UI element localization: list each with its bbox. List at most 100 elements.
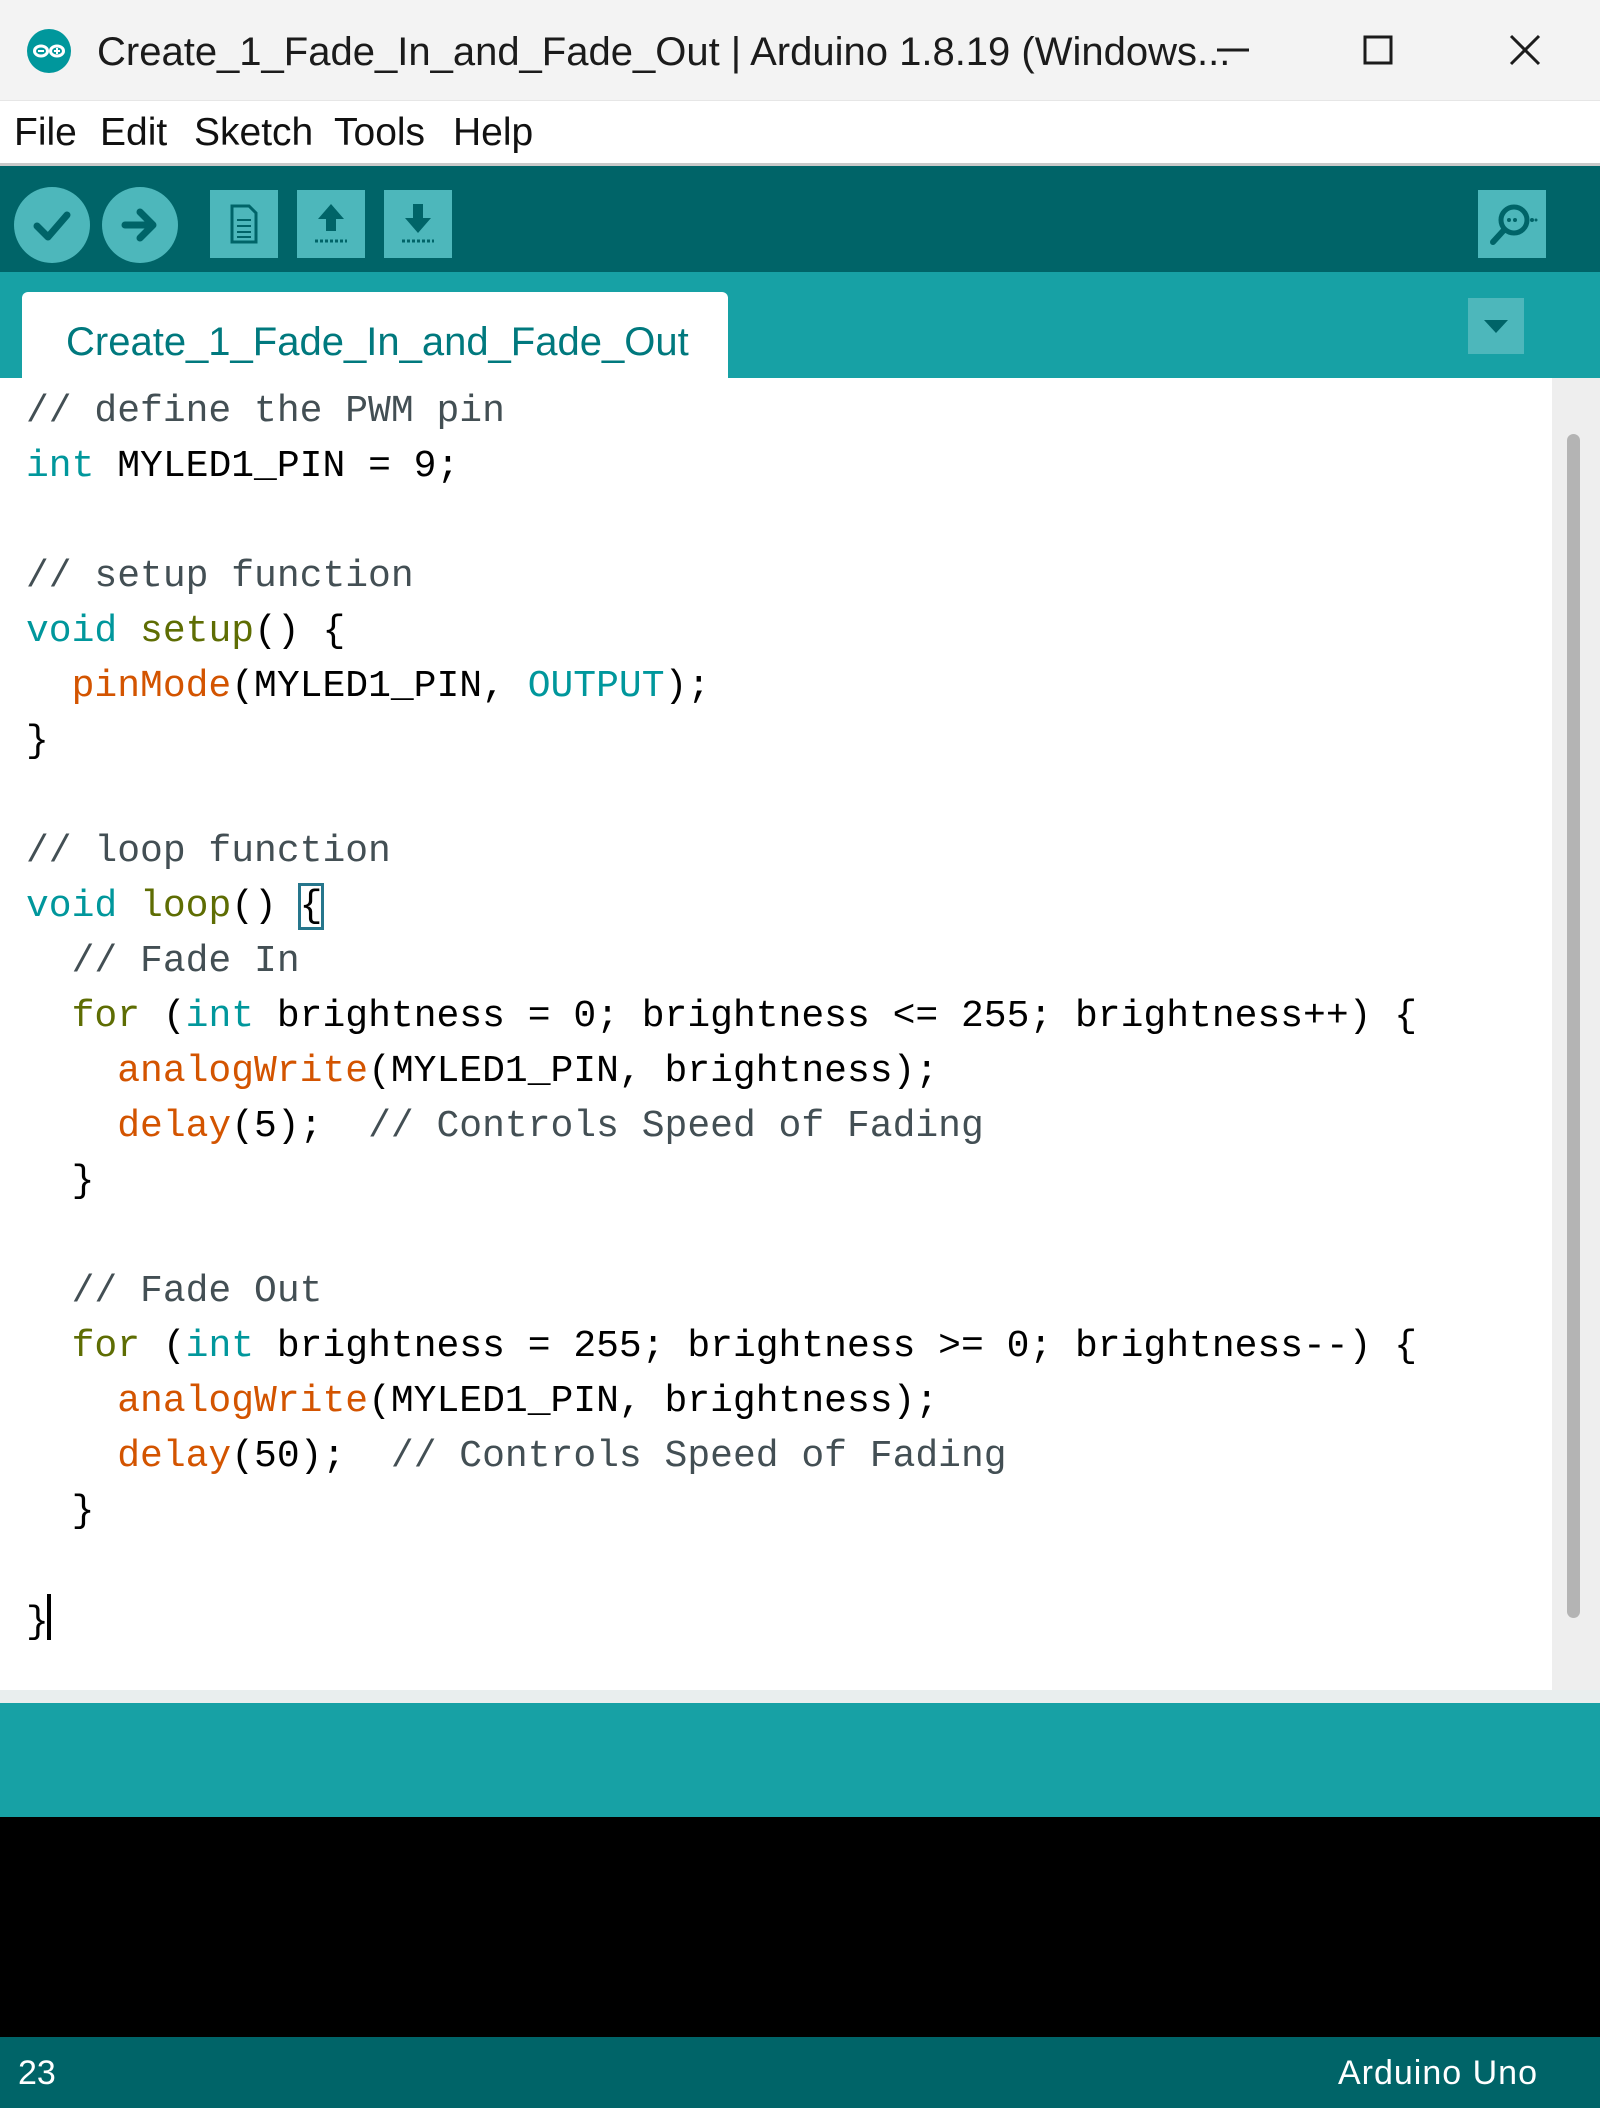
- code-token: (MYLED1_PIN,: [231, 665, 528, 708]
- code-line[interactable]: pinMode(MYLED1_PIN, OUTPUT);: [26, 659, 1417, 714]
- serial-monitor-icon: [1490, 204, 1538, 245]
- serial-monitor-button[interactable]: [1478, 190, 1546, 258]
- code-token: loop: [140, 885, 232, 928]
- code-line[interactable]: [26, 1209, 1417, 1264]
- window-title: Create_1_Fade_In_and_Fade_Out | Arduino …: [97, 30, 1231, 74]
- code-line[interactable]: // Fade In: [26, 934, 1417, 989]
- code-line[interactable]: delay(5); // Controls Speed of Fading: [26, 1099, 1417, 1154]
- code-token: // Fade Out: [71, 1270, 323, 1313]
- save-sketch-button[interactable]: [384, 190, 452, 258]
- code-line[interactable]: // loop function: [26, 824, 1417, 879]
- code-token: );: [664, 665, 711, 708]
- board-name: Arduino Uno: [1337, 2054, 1538, 2092]
- code-token: OUTPUT: [527, 665, 665, 708]
- close-button[interactable]: [1465, 18, 1585, 82]
- code-token: for: [71, 995, 141, 1038]
- save-arrow-down-icon: [402, 204, 434, 243]
- code-line[interactable]: [26, 769, 1417, 824]
- code-line[interactable]: // Fade Out: [26, 1264, 1417, 1319]
- code-line[interactable]: }: [26, 1594, 1417, 1649]
- maximize-button[interactable]: [1318, 18, 1438, 82]
- console-output[interactable]: [0, 1817, 1600, 2037]
- maximize-icon: [1363, 35, 1393, 65]
- code-line[interactable]: // setup function: [26, 549, 1417, 604]
- message-area: [0, 1703, 1600, 1817]
- verify-icon: [33, 211, 71, 241]
- code-line[interactable]: delay(50); // Controls Speed of Fading: [26, 1429, 1417, 1484]
- open-sketch-button[interactable]: [297, 190, 365, 258]
- text-caret: [46, 1594, 51, 1640]
- minimize-icon: [1217, 48, 1249, 52]
- code-token: setup: [140, 610, 255, 653]
- code-line[interactable]: for (int brightness = 255; brightness >=…: [26, 1319, 1417, 1374]
- menu-sketch[interactable]: Sketch: [194, 109, 313, 157]
- menu-file[interactable]: File: [14, 109, 77, 157]
- code-line[interactable]: // define the PWM pin: [26, 384, 1417, 439]
- tab-strip: Create_1_Fade_In_and_Fade_Out: [0, 272, 1600, 378]
- code-token: (: [140, 995, 186, 1038]
- menu-edit[interactable]: Edit: [100, 109, 167, 157]
- verify-button[interactable]: [14, 187, 90, 263]
- code-token: pinMode: [71, 665, 232, 708]
- code-line[interactable]: analogWrite(MYLED1_PIN, brightness);: [26, 1044, 1417, 1099]
- code-token: brightness = 0; brightness <= 255; brigh…: [254, 995, 1418, 1038]
- code-token: MYLED1_PIN = 9;: [94, 445, 460, 488]
- code-token: // setup function: [26, 555, 414, 598]
- code-token: for: [71, 1325, 141, 1368]
- code-line[interactable]: }: [26, 714, 1417, 769]
- code-line[interactable]: [26, 1539, 1417, 1594]
- code-line[interactable]: [26, 494, 1417, 549]
- minimize-button[interactable]: [1173, 18, 1293, 82]
- code-token: }: [26, 1601, 49, 1644]
- vertical-scrollbar[interactable]: [1552, 378, 1600, 1690]
- code-line[interactable]: for (int brightness = 0; brightness <= 2…: [26, 989, 1417, 1044]
- chevron-down-icon: [1484, 320, 1508, 333]
- menu-help[interactable]: Help: [453, 109, 533, 157]
- code-token: int: [185, 995, 255, 1038]
- code-editor[interactable]: // define the PWM pin int MYLED1_PIN = 9;…: [0, 378, 1552, 1690]
- status-bar: 23 Arduino Uno: [0, 2037, 1600, 2108]
- code-token: }: [26, 1160, 95, 1203]
- code-line[interactable]: int MYLED1_PIN = 9;: [26, 439, 1417, 494]
- code-token: void: [26, 885, 118, 928]
- line-number: 23: [18, 2054, 56, 2092]
- code-line[interactable]: void loop() {: [26, 879, 1417, 934]
- tab-menu-button[interactable]: [1468, 298, 1524, 354]
- code-line[interactable]: void setup() {: [26, 604, 1417, 659]
- code-token: (MYLED1_PIN, brightness);: [368, 1380, 939, 1423]
- code-text[interactable]: // define the PWM pin int MYLED1_PIN = 9;…: [26, 384, 1417, 1649]
- new-sketch-button[interactable]: [210, 190, 278, 258]
- code-token: delay: [117, 1435, 232, 1478]
- toolbar: [0, 166, 1600, 272]
- editor-divider: [0, 1690, 1600, 1703]
- code-token: (50);: [231, 1435, 391, 1478]
- code-line[interactable]: analogWrite(MYLED1_PIN, brightness);: [26, 1374, 1417, 1429]
- code-token: (): [231, 885, 300, 928]
- code-token: // Controls Speed of Fading: [390, 1435, 1007, 1478]
- code-token: }: [26, 1490, 95, 1533]
- menu-bar: File Edit Sketch Tools Help: [0, 101, 1600, 166]
- code-token: int: [26, 445, 95, 488]
- code-token: (: [140, 1325, 186, 1368]
- title-bar[interactable]: Create_1_Fade_In_and_Fade_Out | Arduino …: [0, 0, 1600, 101]
- code-token: int: [185, 1325, 255, 1368]
- scrollbar-thumb[interactable]: [1567, 434, 1580, 1618]
- upload-button[interactable]: [102, 187, 178, 263]
- code-line[interactable]: }: [26, 1484, 1417, 1539]
- menu-tools[interactable]: Tools: [334, 109, 425, 157]
- code-token: (5);: [231, 1105, 369, 1148]
- tab-sketch[interactable]: Create_1_Fade_In_and_Fade_Out: [22, 292, 728, 378]
- code-token: analogWrite: [117, 1380, 369, 1423]
- arduino-logo-icon: [27, 29, 71, 73]
- code-token: // Controls Speed of Fading: [368, 1105, 984, 1148]
- code-line[interactable]: }: [26, 1154, 1417, 1209]
- matching-bracket-highlight: {: [297, 883, 325, 930]
